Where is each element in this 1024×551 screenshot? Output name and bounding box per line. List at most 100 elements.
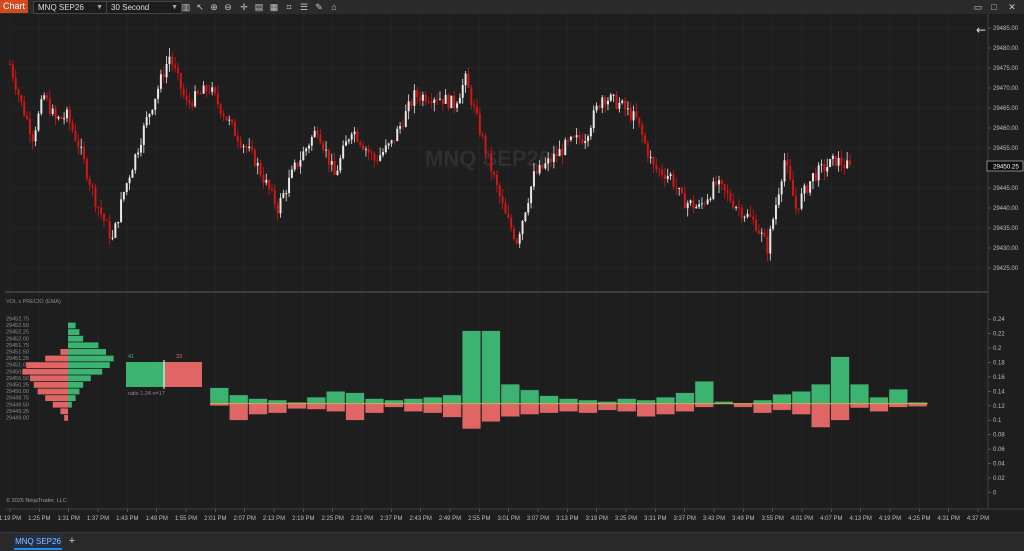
candle-body (774, 205, 777, 220)
instrument-selector[interactable]: MNQ SEP26 ▼ (33, 1, 107, 14)
candle-body (786, 160, 789, 166)
indicator-tick-label: 0.12 (993, 404, 1005, 410)
time-tick-label: 1:43 PM (116, 516, 138, 522)
chart-area[interactable]: MNQ SEP26 ← 29485.00 29480.00 29475.00 2947… (0, 14, 1024, 532)
candle-body (111, 237, 114, 239)
candle-body (370, 152, 373, 154)
time-tick-label: 1:19 PM (0, 516, 21, 522)
candle-body (846, 160, 849, 169)
sell-volume-bar (539, 403, 559, 414)
chevron-down-icon: ▼ (96, 4, 103, 11)
time-tick-label: 3:31 PM (644, 516, 666, 522)
cursor-icon[interactable]: ↖ (194, 1, 206, 13)
profile-price-label: 29449.50 (6, 402, 29, 408)
candle-body (433, 99, 436, 103)
alerts-icon[interactable]: ⌂ (328, 1, 340, 13)
buy-volume-bar (209, 387, 229, 404)
candle-body (40, 99, 43, 114)
candle-body (122, 192, 125, 200)
indicator-tick-label: 0.04 (993, 462, 1005, 468)
properties-icon[interactable]: ▦ (268, 1, 280, 13)
candle-body (57, 116, 60, 119)
zoom-out-icon[interactable]: ⊖ (222, 1, 234, 13)
profile-price-label: 29451.25 (6, 356, 29, 362)
back-arrow-icon[interactable]: ← (976, 23, 986, 37)
candle-body (137, 152, 140, 155)
candle-body (678, 187, 681, 189)
minimize-icon[interactable]: ▭ (972, 1, 984, 13)
candle-body (777, 194, 780, 206)
close-icon[interactable]: ✕ (1006, 1, 1018, 13)
candle-body (763, 232, 766, 237)
profile-buy-bar (68, 388, 80, 395)
tab-mnq-sep26[interactable]: MNQ SEP26 (14, 535, 62, 550)
candle-body (726, 190, 729, 194)
candle-body (276, 204, 279, 214)
candle-body (572, 136, 575, 138)
candle-body (88, 178, 91, 186)
candle-body (481, 134, 484, 136)
candle-body (817, 165, 820, 181)
candle-body (831, 155, 834, 160)
candle-body (681, 187, 683, 194)
candle-body (359, 141, 362, 146)
candle-body (410, 101, 413, 106)
profile-price-label: 29450.50 (6, 376, 29, 382)
candle-body (296, 162, 299, 167)
candle-body (695, 206, 698, 209)
candle-body (453, 95, 456, 108)
profile-buy-bar (68, 375, 91, 382)
bars-icon[interactable]: ▥ (180, 1, 192, 13)
maximize-icon[interactable]: □ (988, 1, 1000, 13)
current-price-label: 29450.25 (993, 164, 1019, 171)
candle-body (515, 238, 518, 244)
price-tick-label: 29460.00 (993, 126, 1019, 132)
indicator-tick-label: 0.22 (993, 332, 1005, 338)
candle-body (715, 181, 718, 185)
indicators-icon[interactable]: ⌗ (283, 1, 295, 13)
candle-body (105, 220, 108, 222)
candle-body (54, 108, 57, 119)
zoom-in-icon[interactable]: ⊕ (208, 1, 220, 13)
candle-body (475, 106, 478, 114)
candle-body (376, 160, 379, 162)
summary-ratio: ratio 1.24 n=17 (128, 391, 165, 397)
crosshair-icon[interactable]: ✛ (238, 1, 250, 13)
time-tick-label: 4:01 PM (791, 516, 813, 522)
sell-volume-bar (578, 403, 598, 414)
chart-badge[interactable]: Chart (0, 0, 28, 13)
sell-volume-bar (617, 403, 637, 412)
candle-body (216, 93, 219, 105)
candle-body (604, 97, 607, 105)
strategies-icon[interactable]: ☰ (298, 1, 310, 13)
candle-body (185, 95, 188, 101)
data-box-icon[interactable]: ▤ (253, 1, 265, 13)
candle-body (171, 56, 174, 66)
price-tick-label: 29465.00 (993, 106, 1019, 112)
candle-body (319, 135, 322, 143)
candle-body (270, 188, 273, 190)
candle-body (128, 177, 131, 184)
candle-body (102, 213, 105, 221)
sell-volume-bar (268, 403, 288, 414)
drawing-tools-icon[interactable]: ✎ (313, 1, 325, 13)
candle-body (595, 105, 598, 111)
profile-buy-bar (68, 335, 84, 342)
candle-body (177, 67, 179, 74)
candle-body (530, 186, 533, 204)
candle-body (718, 180, 721, 185)
candle-body (219, 104, 222, 114)
candle-body (251, 146, 254, 150)
candle-body (766, 236, 769, 254)
candle-body (305, 148, 308, 152)
candle-body (723, 184, 726, 191)
interval-selector[interactable]: 30 Second ▼ (106, 1, 182, 14)
add-tab-icon[interactable]: + (66, 535, 78, 548)
candle-body (384, 145, 387, 153)
buy-volume-bar (578, 399, 598, 404)
time-tick-label: 3:07 PM (527, 516, 549, 522)
candle-body (641, 124, 644, 135)
candle-body (541, 164, 544, 169)
candle-body (826, 167, 829, 172)
sell-volume-bar (636, 403, 656, 417)
